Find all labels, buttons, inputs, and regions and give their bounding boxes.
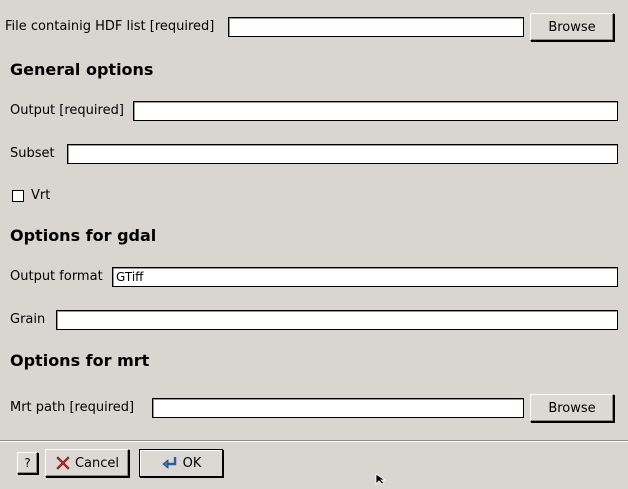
hdf-list-input[interactable]	[228, 17, 524, 37]
help-button[interactable]: ?	[17, 452, 38, 474]
general-options-heading: General options	[10, 60, 154, 79]
hdf-list-browse-button[interactable]: Browse	[530, 13, 614, 41]
output-format-input[interactable]: GTiff	[112, 267, 618, 287]
hdf-list-label: File containig HDF list [required]	[5, 19, 215, 34]
cancel-x-icon	[55, 455, 71, 471]
vrt-label: Vrt	[31, 188, 51, 203]
output-input[interactable]	[133, 101, 618, 121]
mrt-path-browse-label: Browse	[548, 400, 596, 416]
ok-label: OK	[182, 455, 202, 471]
subset-label: Subset	[10, 146, 55, 161]
subset-input[interactable]	[67, 144, 618, 164]
mrt-path-browse-button[interactable]: Browse	[530, 394, 614, 422]
ok-button[interactable]: OK	[139, 449, 223, 477]
output-format-label: Output format	[10, 269, 103, 284]
grain-label: Grain	[10, 312, 46, 327]
mouse-cursor-icon	[375, 473, 387, 489]
grain-input[interactable]	[56, 310, 618, 330]
cancel-label: Cancel	[74, 455, 120, 471]
output-label: Output [required]	[10, 103, 124, 118]
gdal-options-heading: Options for gdal	[10, 226, 157, 245]
vrt-checkbox[interactable]	[12, 190, 24, 202]
hdf-list-browse-label: Browse	[548, 19, 596, 35]
enter-arrow-icon	[161, 455, 179, 471]
help-label: ?	[24, 456, 31, 470]
mrt-path-input[interactable]	[152, 398, 524, 418]
mrt-path-label: Mrt path [required]	[10, 400, 135, 415]
cancel-button[interactable]: Cancel	[45, 449, 129, 477]
mrt-options-heading: Options for mrt	[10, 351, 150, 370]
footer-separator	[0, 440, 628, 442]
